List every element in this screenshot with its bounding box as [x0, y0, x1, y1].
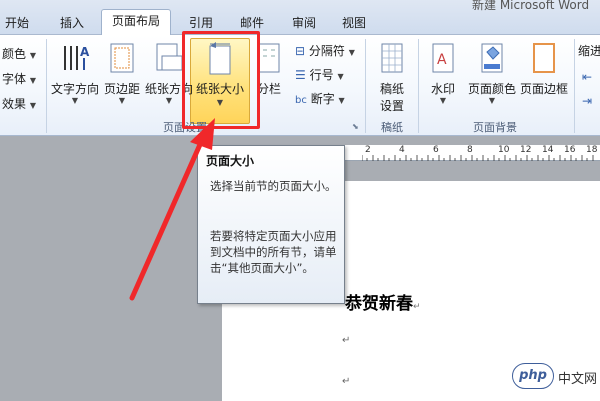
site-name: 中文网	[558, 372, 598, 387]
php-logo: php	[512, 363, 554, 389]
annotation-arrow-icon	[129, 118, 215, 301]
site-watermark: php 中文网	[506, 357, 600, 401]
